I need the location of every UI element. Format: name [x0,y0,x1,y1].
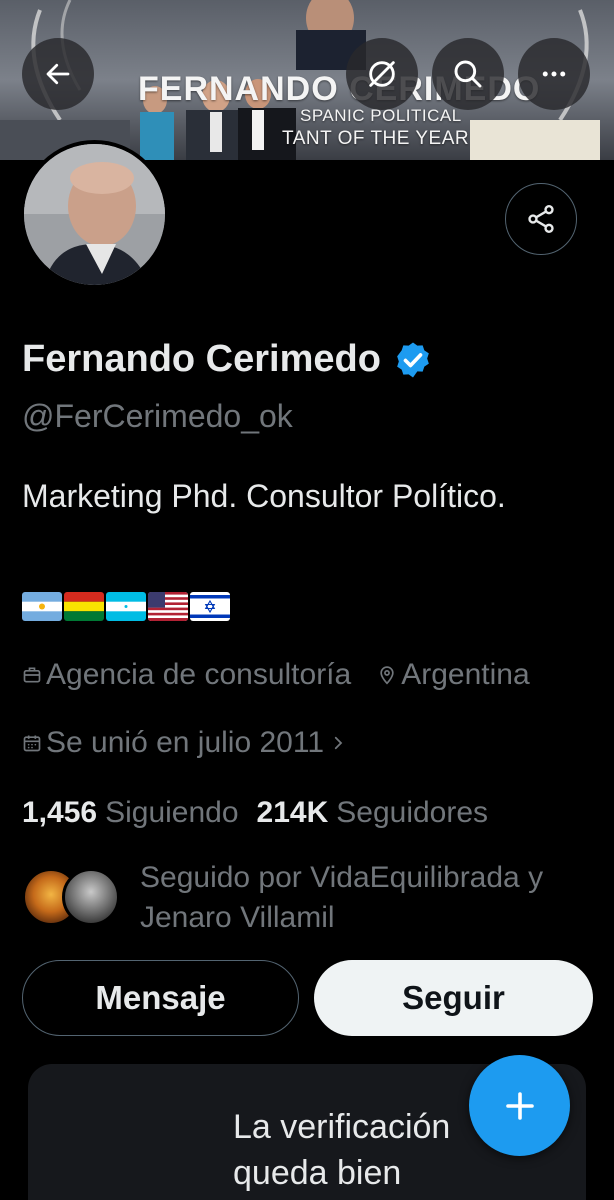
followed-by-row[interactable]: Seguido por VidaEquilibrada y Jenaro Vil… [22,856,602,946]
promo-line-1: La verificación [233,1108,451,1146]
israel-flag-icon [190,592,230,621]
follow-stats: 1,456 Siguiendo 214K Seguidores [22,796,488,830]
promo-text: La verificación queda bien [233,1104,450,1196]
followers-label: Seguidores [336,796,489,829]
argentina-flag-icon [22,592,62,621]
more-options-button[interactable] [518,38,590,110]
join-date-row[interactable]: Se unió en julio 2011 [22,726,348,760]
verified-badge-icon[interactable] [393,340,433,380]
usa-flag-icon [148,592,188,621]
username-handle: @FerCerimedo_ok [22,398,293,434]
profile-category-label: Agencia de consultoría [46,658,352,691]
profile-meta-row: Agencia de consultoría Argentina [22,658,530,692]
promo-line-2: queda bien [233,1154,402,1192]
name-row: Fernando Cerimedo [22,338,433,381]
share-icon [528,205,554,233]
share-button[interactable] [505,183,577,255]
followers-count: 214K [256,796,329,829]
profile-location-label: Argentina [401,658,530,691]
followed-by-text: Seguido por VidaEquilibrada y Jenaro Vil… [140,861,544,934]
message-button[interactable]: Mensaje [22,960,299,1036]
search-icon [454,60,482,88]
join-date[interactable]: Se unió en julio 2011 [22,726,348,760]
banner-subtitle-2: TANT OF THE YEAR [282,128,470,149]
back-button[interactable] [22,38,94,110]
following-link[interactable]: 1,456 Siguiendo [22,796,239,830]
search-button[interactable] [432,38,504,110]
profile-avatar[interactable] [20,140,169,289]
back-icon [46,63,70,85]
compose-fab-button[interactable] [469,1055,570,1156]
follower-avatar [62,868,120,926]
grok-icon [369,61,395,87]
join-date-label: Se unió en julio 2011 [46,726,324,759]
avatar-photo [24,144,165,285]
plus-icon [505,1091,534,1120]
bolivia-flag-icon [64,592,104,621]
grok-button[interactable] [346,38,418,110]
honduras-flag-icon [106,592,146,621]
profile-bio: Marketing Phd. Consultor Político. [22,478,506,514]
location-pin-icon [377,665,397,685]
following-label: Siguiendo [105,796,239,829]
bio-flags [22,592,230,621]
follow-button[interactable]: Seguir [314,960,593,1036]
profile-category: Agencia de consultoría [22,658,351,692]
display-name: Fernando Cerimedo [22,338,381,380]
briefcase-icon [22,665,42,685]
calendar-icon [22,733,42,753]
profile-location: Argentina [377,658,530,692]
followers-link[interactable]: 214K Seguidores [257,796,489,830]
following-count: 1,456 [22,796,98,829]
more-icon [542,71,566,77]
chevron-right-icon [328,733,348,753]
